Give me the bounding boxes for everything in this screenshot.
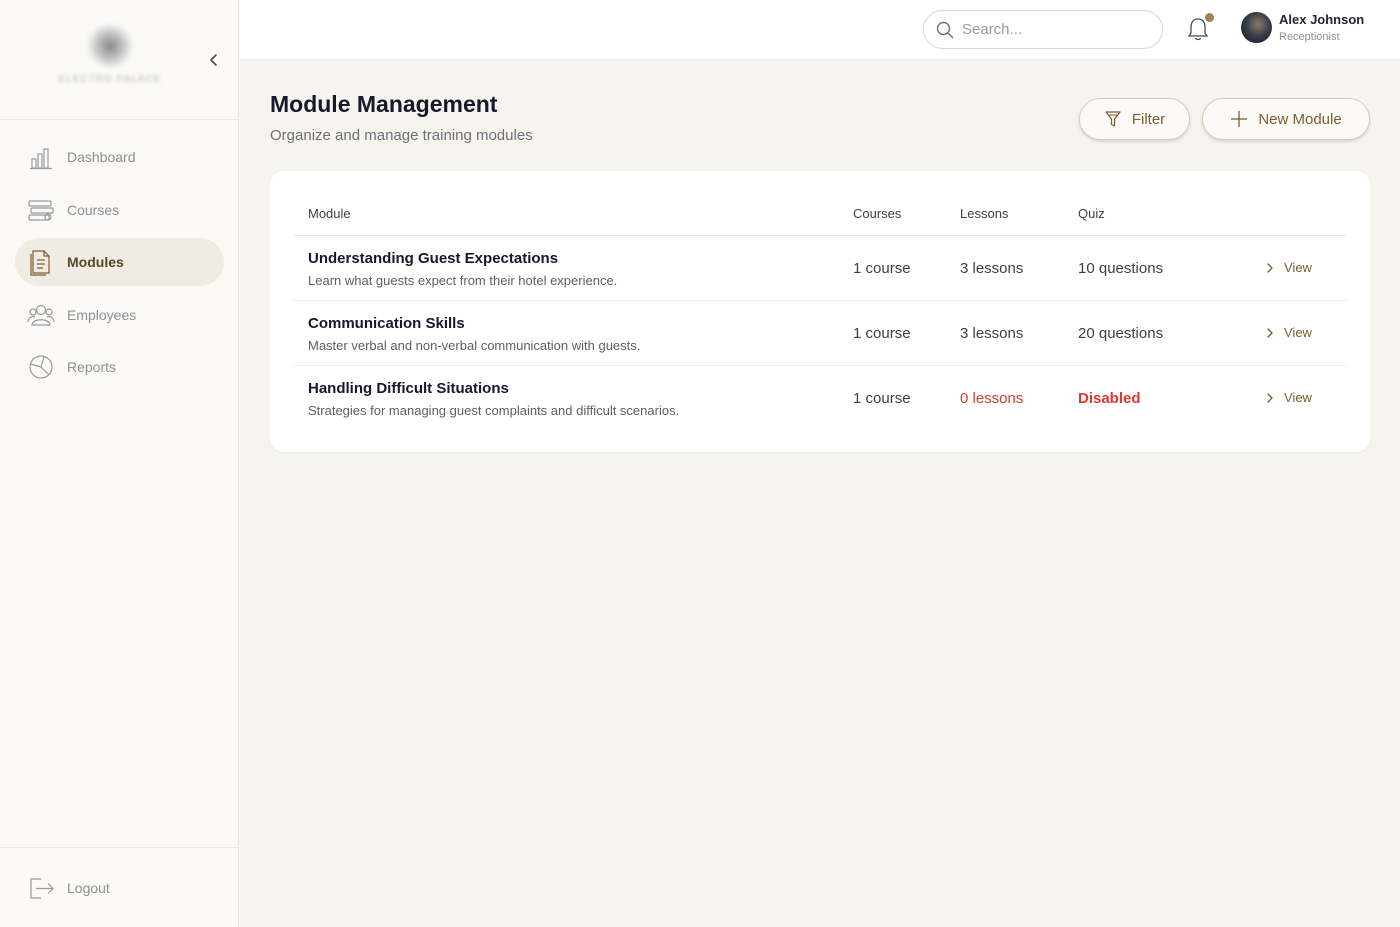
- module-title: Understanding Guest Expectations: [308, 250, 559, 267]
- page-title: Module Management: [270, 91, 498, 117]
- module-title: Handling Difficult Situations: [308, 380, 509, 397]
- courses-cell: 1 course: [853, 390, 911, 407]
- table-row: Understanding Guest Expectations Learn w…: [293, 236, 1347, 301]
- search-icon: [936, 21, 954, 38]
- column-header-quiz: Quiz: [1078, 206, 1105, 221]
- module-description: Strategies for managing guest complaints…: [308, 403, 680, 418]
- new-module-button[interactable]: New Module: [1202, 98, 1370, 140]
- view-label: View: [1284, 390, 1312, 405]
- sidebar-item-modules[interactable]: Modules: [15, 238, 224, 286]
- sidebar-nav: Dashboard Courses Modules Employees Repo…: [0, 133, 239, 396]
- sidebar: ELECTRO PALACE Dashboard Courses Modules: [0, 0, 239, 927]
- bar-chart-icon: [27, 143, 55, 171]
- quiz-cell-disabled: Disabled: [1078, 390, 1141, 407]
- courses-cell: 1 course: [853, 260, 911, 277]
- chevron-right-icon: [1267, 327, 1273, 338]
- collapse-sidebar-button[interactable]: [204, 50, 224, 70]
- pie-chart-icon: [27, 353, 55, 381]
- sidebar-item-dashboard[interactable]: Dashboard: [15, 133, 224, 181]
- user-role: Receptionist: [1279, 31, 1340, 43]
- lessons-cell-warning: 0 lessons: [960, 390, 1024, 407]
- logout-button[interactable]: Logout: [27, 874, 110, 902]
- filter-icon: [1105, 111, 1121, 127]
- view-label: View: [1284, 325, 1312, 340]
- sidebar-item-label: Courses: [67, 201, 120, 218]
- module-description: Master verbal and non-verbal communicati…: [308, 338, 641, 353]
- quiz-cell: 10 questions: [1078, 260, 1164, 277]
- sidebar-footer: Logout: [0, 847, 239, 927]
- table-row: Communication Skills Master verbal and n…: [293, 301, 1347, 366]
- module-title: Communication Skills: [308, 315, 465, 332]
- plus-icon: [1231, 111, 1248, 127]
- sidebar-item-employees[interactable]: Employees: [15, 291, 224, 339]
- chevron-left-icon: [210, 54, 217, 66]
- avatar: [1241, 12, 1272, 43]
- view-label: View: [1284, 260, 1312, 275]
- search-box[interactable]: [923, 10, 1163, 49]
- module-description: Learn what guests expect from their hote…: [308, 273, 618, 288]
- modules-table: Module Courses Lessons Quiz Understandin…: [270, 171, 1370, 452]
- logout-label: Logout: [67, 880, 110, 896]
- quiz-cell: 20 questions: [1078, 325, 1164, 342]
- notifications-button[interactable]: [1186, 13, 1214, 44]
- logo: [86, 24, 134, 68]
- logout-icon: [27, 874, 55, 902]
- lessons-cell: 3 lessons: [960, 260, 1024, 277]
- view-button[interactable]: View: [1266, 390, 1312, 405]
- books-icon: [27, 196, 55, 224]
- lessons-cell: 3 lessons: [960, 325, 1024, 342]
- view-button[interactable]: View: [1266, 325, 1312, 340]
- new-module-label: New Module: [1258, 110, 1342, 128]
- sidebar-item-label: Employees: [67, 306, 137, 323]
- column-header-lessons: Lessons: [960, 206, 1009, 221]
- view-button[interactable]: View: [1266, 260, 1312, 275]
- sidebar-item-reports[interactable]: Reports: [15, 343, 224, 391]
- page-subtitle: Organize and manage training modules: [270, 127, 533, 144]
- sidebar-header: ELECTRO PALACE: [0, 0, 238, 120]
- column-header-courses: Courses: [853, 206, 902, 221]
- filter-button[interactable]: Filter: [1079, 98, 1190, 140]
- logo-text: ELECTRO PALACE: [58, 74, 162, 85]
- user-name: Alex Johnson: [1279, 12, 1365, 27]
- courses-cell: 1 course: [853, 325, 911, 342]
- sidebar-item-label: Modules: [67, 254, 124, 270]
- column-header-module: Module: [308, 206, 351, 221]
- filter-label: Filter: [1131, 110, 1166, 128]
- sidebar-item-courses[interactable]: Courses: [15, 186, 224, 234]
- sidebar-item-label: Dashboard: [67, 149, 136, 165]
- chevron-right-icon: [1267, 262, 1273, 273]
- sidebar-item-label: Reports: [67, 359, 117, 375]
- notification-dot: [1205, 13, 1214, 22]
- table-header: Module Courses Lessons Quiz: [293, 206, 1347, 236]
- topbar: Alex Johnson Receptionist: [240, 0, 1400, 60]
- table-row: Handling Difficult Situations Strategies…: [293, 366, 1347, 431]
- chevron-right-icon: [1267, 392, 1273, 403]
- users-icon: [27, 301, 55, 329]
- document-icon: [27, 248, 55, 276]
- search-input[interactable]: [962, 21, 1142, 38]
- user-menu[interactable]: Alex Johnson Receptionist: [1241, 12, 1364, 43]
